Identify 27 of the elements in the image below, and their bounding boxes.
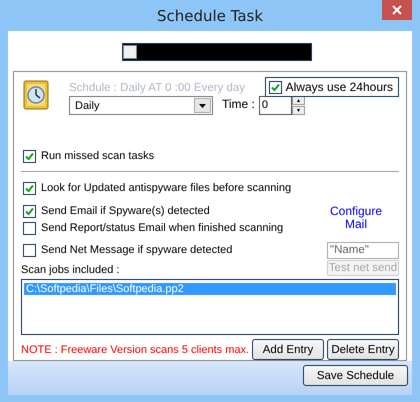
schedule-summary: Schdule : Daily AT 0 :00 Every day: [69, 82, 245, 94]
net-message-checkbox[interactable]: Send Net Message if spyware detected: [23, 242, 232, 259]
close-button[interactable]: [382, 0, 412, 20]
check-icon: [270, 82, 281, 92]
time-label: Time :: [222, 97, 255, 111]
always-24h-checkbox[interactable]: Always use 24hours: [264, 77, 399, 97]
update-check-checkbox[interactable]: Look for Updated antispyware files before scanning: [23, 180, 399, 197]
close-icon: [392, 5, 402, 15]
check-icon: [24, 206, 35, 217]
freeware-note: NOTE : Freeware Version scans 5 clients max.: [21, 344, 250, 356]
save-schedule-button[interactable]: Save Schedule: [303, 365, 408, 386]
entry-button[interactable]: Delete Entry: [327, 339, 399, 360]
run-missed-checkbox[interactable]: Run missed scan tasks: [23, 148, 399, 164]
email-option-checkbox[interactable]: Send Report/status Email when finished scanning: [23, 220, 284, 237]
caret-icon: [194, 98, 211, 113]
frequency-dropdown[interactable]: Daily: [69, 96, 213, 115]
check-icon: [24, 182, 35, 194]
time-field[interactable]: 0: [258, 96, 292, 115]
spin-up-icon[interactable]: [292, 96, 305, 105]
entry-button[interactable]: Add Entry: [252, 339, 324, 360]
email-option-checkbox[interactable]: Send Email if Spyware(s) detected: [23, 202, 284, 220]
spin-down-icon[interactable]: [292, 106, 305, 115]
check-icon: [24, 150, 35, 162]
net-name-field[interactable]: "Name": [327, 242, 399, 259]
scan-jobs-label: Scan jobs included :: [21, 264, 120, 276]
configure-mail-link[interactable]: Configure Mail: [327, 204, 385, 237]
window-title: Schedule Task: [156, 6, 264, 24]
